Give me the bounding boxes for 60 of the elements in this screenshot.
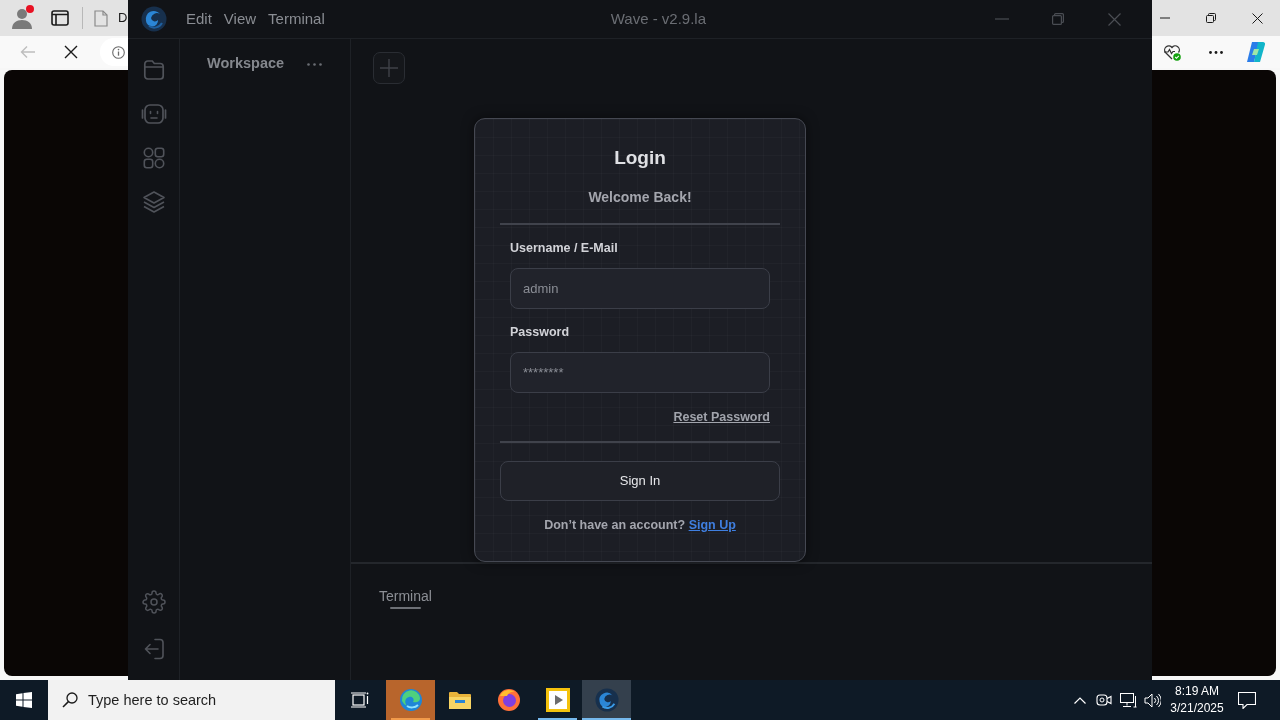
window-icon (51, 10, 69, 26)
ribbon-logo-icon (1245, 41, 1267, 63)
browser-icon (496, 688, 521, 712)
search-icon (62, 692, 78, 708)
sidebar-button[interactable] (139, 102, 168, 126)
menu-item[interactable]: Terminal (268, 9, 325, 29)
tab[interactable]: Terminal (379, 588, 432, 609)
camera-icon (1096, 692, 1112, 708)
volume-icon (1143, 692, 1161, 708)
more-icon (306, 62, 322, 66)
close-icon (1251, 12, 1263, 24)
address-field[interactable] (100, 38, 128, 66)
network-icon (1119, 692, 1137, 708)
menu-item[interactable]: Edit (186, 9, 212, 29)
sidebar-button[interactable] (139, 590, 168, 614)
sign-up-link[interactable]: Sign Up (688, 518, 736, 532)
browser-icon (398, 688, 423, 712)
login-title: Login (614, 146, 666, 170)
chevron-up-icon (1074, 696, 1086, 704)
clock-time: 8:19 AM (1175, 683, 1219, 700)
clock-date: 3/21/2025 (1170, 700, 1224, 717)
swirl-logo-icon (141, 6, 167, 32)
signup-prompt: Don’t have an account? Sign Up (544, 517, 736, 533)
back-arrow-icon (20, 45, 36, 59)
notification-icon (1238, 691, 1256, 709)
start-icon (16, 692, 32, 708)
robot-icon (140, 102, 167, 126)
folder-icon (448, 691, 471, 709)
field-label: Username / E-Mail (510, 240, 619, 256)
taskbar-button[interactable] (582, 680, 631, 720)
layers-icon (141, 190, 166, 214)
restore-icon (1206, 13, 1216, 23)
folder-icon (141, 58, 166, 82)
minimize-icon (1160, 17, 1170, 19)
minimize-icon (995, 18, 1009, 20)
reset-password-link[interactable]: Reset Password (673, 409, 770, 425)
window-title: Wave - v2.9.la (610, 8, 707, 29)
close-icon (1107, 12, 1121, 26)
field-label: Password (510, 324, 571, 340)
play-icon (545, 688, 570, 712)
heartbeat-icon (1163, 43, 1181, 61)
settings-icon (141, 590, 166, 614)
more-icon (1209, 50, 1223, 54)
task-view-icon (350, 692, 369, 708)
input-field[interactable]: ******** (510, 352, 770, 393)
menu-item[interactable]: View (223, 9, 257, 29)
restore-icon (1052, 13, 1064, 25)
workspace-title: Workspace (207, 54, 285, 74)
apps-grid-icon (141, 146, 166, 170)
document-icon (94, 9, 108, 27)
sign-in-button[interactable]: Sign In (500, 461, 780, 501)
info-icon (112, 45, 125, 59)
login-subtitle: Welcome Back! (588, 188, 692, 206)
profile-icon (12, 7, 32, 29)
plus-icon (380, 59, 398, 77)
input-field[interactable]: admin (510, 268, 770, 309)
tab-title[interactable]: D (118, 8, 128, 28)
search-field[interactable]: Type here to search (48, 680, 335, 720)
close-icon (64, 45, 78, 59)
swirl-logo-icon (594, 688, 619, 712)
